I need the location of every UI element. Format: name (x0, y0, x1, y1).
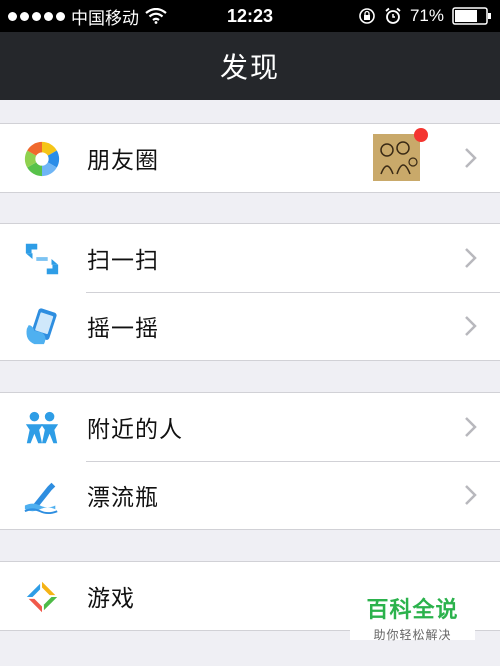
games-icon (26, 581, 58, 613)
chevron-right-icon (465, 248, 477, 268)
cell-label: 朋友圈 (87, 147, 159, 173)
page-title: 发现 (219, 52, 280, 83)
signal-icon (8, 11, 65, 21)
group-moments: 朋友圈 (0, 123, 500, 193)
status-bar: 中国移动 12:23 71% (0, 0, 500, 32)
cell-drift-bottle[interactable]: 漂流瓶 (0, 461, 500, 529)
cell-moments[interactable]: 朋友圈 (0, 124, 500, 192)
cell-label: 摇一摇 (87, 315, 159, 341)
cell-label: 漂流瓶 (87, 484, 159, 510)
cell-scan[interactable]: 扫一扫 (0, 224, 500, 292)
group-nearby-bottle: 附近的人 漂流瓶 (0, 392, 500, 530)
cell-shake[interactable]: 摇一摇 (0, 292, 500, 360)
carrier-name: 中国移动 (71, 8, 139, 28)
chevron-right-icon (465, 316, 477, 336)
cell-label: 附近的人 (87, 416, 183, 442)
alarm-icon (385, 7, 401, 24)
scan-icon (25, 243, 59, 275)
watermark-logo: 百科全说 助你轻松解决 (350, 588, 475, 642)
shake-icon (26, 308, 57, 345)
battery-icon (452, 7, 491, 25)
cell-label: 扫一扫 (87, 247, 159, 273)
moments-icon (24, 141, 60, 177)
cell-people-nearby[interactable]: 附近的人 (0, 393, 500, 461)
cell-label: 游戏 (87, 585, 135, 611)
watermark-subtitle: 助你轻松解决 (373, 628, 452, 642)
people-nearby-icon (25, 411, 59, 444)
nav-bar: 发现 (0, 32, 500, 100)
watermark-title: 百科全说 (366, 597, 459, 622)
new-post-badge (414, 128, 428, 142)
group-scan-shake: 扫一扫 摇一摇 (0, 223, 500, 361)
moments-thumbnail (373, 134, 420, 181)
wifi-icon (145, 8, 167, 24)
chevron-right-icon (465, 417, 477, 437)
chevron-right-icon (465, 485, 477, 505)
chevron-right-icon (465, 148, 477, 168)
drift-bottle-icon (24, 482, 58, 515)
battery-percent: 71% (409, 6, 444, 25)
rotation-lock-icon (359, 8, 375, 24)
